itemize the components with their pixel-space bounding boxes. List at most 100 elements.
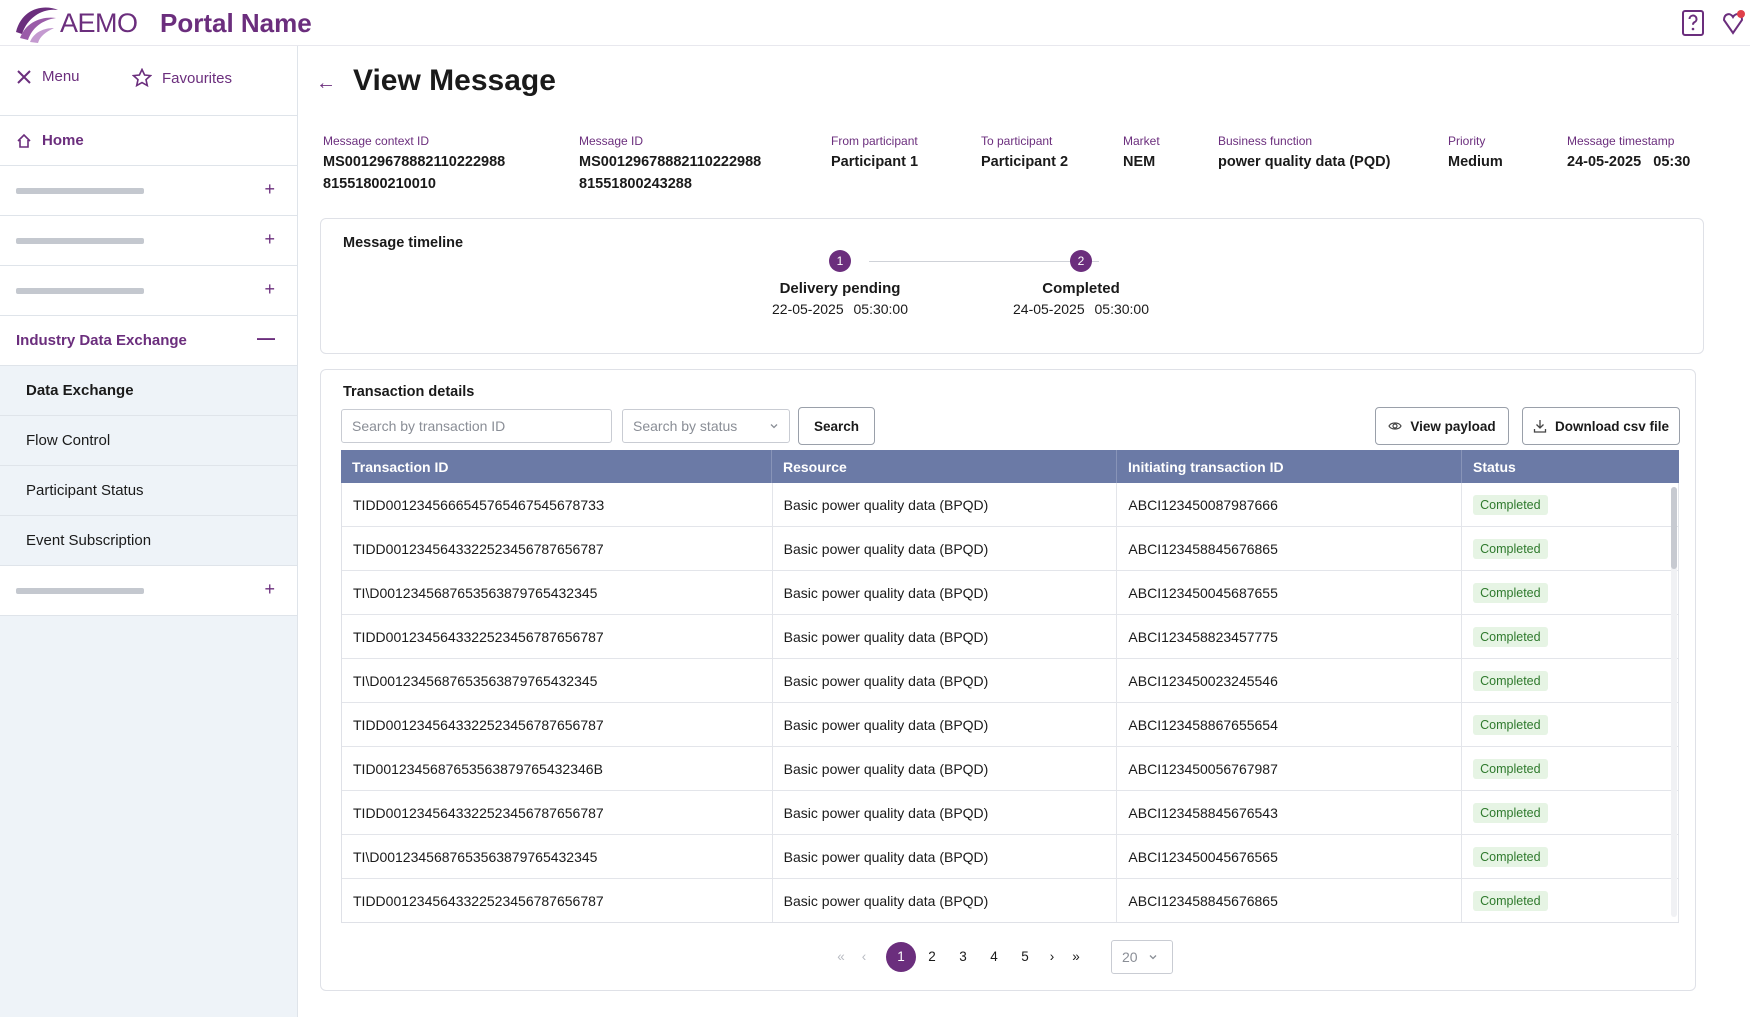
step-time: 22-05-2025 05:30:00 (772, 301, 908, 317)
table-cell: TIDD0012345643322523456787656787 (342, 527, 773, 570)
sidebar-item-placeholder-1[interactable]: + (0, 166, 297, 216)
timeline-step-1: 1 Delivery pending 22-05-2025 05:30:00 (740, 250, 940, 317)
aemo-logo[interactable]: AEMO (10, 0, 138, 46)
page-button[interactable]: 4 (979, 942, 1009, 972)
prev-page-button[interactable]: ‹ (849, 942, 879, 972)
scrollbar-thumb[interactable] (1671, 487, 1677, 569)
column-header[interactable]: Status (1462, 450, 1679, 483)
table-body: TIDD001234566654576546754567873З Basic po… (341, 483, 1679, 923)
meta-label: Message timestamp (1567, 134, 1675, 148)
sidebar-section-label: Industry Data Exchange (16, 332, 187, 349)
table-cell: Completed (1462, 527, 1679, 570)
column-header[interactable]: Initiating transaction ID (1117, 450, 1462, 483)
download-csv-label: Download csv file (1554, 418, 1670, 434)
sidebar-item-data-exchange[interactable]: Data Exchange (0, 366, 297, 416)
message-timeline-card: Message timeline 1 Delivery pending 22-0… (320, 218, 1704, 354)
sidebar-item-flow-control[interactable]: Flow Control (0, 416, 297, 466)
page-button[interactable]: 3 (948, 942, 978, 972)
table-row[interactable]: TIDD0012345643322523456787656787 Basic po… (342, 879, 1679, 922)
sidebar-item-placeholder-3[interactable]: + (0, 266, 297, 316)
table-cell: ABCI123458845676865 (1117, 879, 1463, 922)
table-cell: ABCI123450056767987 (1117, 747, 1463, 790)
back-arrow-icon[interactable]: ← (316, 72, 336, 95)
meta-value: 81551800210010 (323, 176, 436, 192)
page-button[interactable]: 5 (1010, 942, 1040, 972)
logo-text: AEMO (60, 7, 138, 38)
table-cell: TIDD0012345643322523456787656787 (342, 791, 773, 834)
meta-value: MS00129678882110222988 (579, 154, 762, 170)
table-cell: Completed (1462, 659, 1679, 702)
meta-context-id: Message context ID MS0012967888211022298… (323, 134, 505, 195)
portal-name: Portal Name (160, 8, 312, 38)
sidebar-item-label: Home (42, 132, 84, 149)
sidebar-item-event-subscription[interactable]: Event Subscription (0, 516, 297, 566)
meta-label: From participant (831, 134, 918, 148)
table-cell: Basic power quality data (BPQD) (773, 703, 1118, 746)
table-row[interactable]: TIDD0012345643322523456787656787 Basic po… (342, 703, 1679, 747)
meta-value: NEM (1123, 154, 1156, 170)
page-size-select[interactable]: 20 (1111, 940, 1173, 974)
view-payload-label: View payload (1410, 418, 1496, 434)
table-cell: ABCI123458867655654 (1117, 703, 1463, 746)
download-csv-button[interactable]: Download csv file (1522, 407, 1680, 445)
table-row[interactable]: TI\D0012345687653563879765432345 Basic po… (342, 835, 1679, 879)
plus-icon: + (264, 279, 275, 299)
meta-value: MS00129678882110222988 (323, 154, 506, 170)
table-row[interactable]: TI\D0012345687653563879765432345 Basic po… (342, 571, 1679, 615)
table-row[interactable]: TIDD001234566654576546754567873З Basic po… (342, 483, 1679, 527)
view-payload-button[interactable]: View payload (1375, 407, 1509, 445)
meta-business-function: Business function power quality data (PQ… (1218, 134, 1390, 173)
sidebar-item-placeholder-2[interactable]: + (0, 216, 297, 266)
status-badge: Completed (1473, 538, 1548, 559)
pin-icon[interactable] (1718, 8, 1748, 38)
table-cell: Completed (1462, 703, 1679, 746)
meta-from-participant: From participant Participant 1 (831, 134, 918, 173)
search-button[interactable]: Search (798, 407, 875, 445)
table-cell: TIDD001234566654576546754567873З (342, 483, 773, 526)
status-badge: Completed (1473, 670, 1548, 691)
sidebar-item-participant-status[interactable]: Participant Status (0, 466, 297, 516)
sidebar-section-industry-data-exchange[interactable]: Industry Data Exchange — (0, 316, 297, 366)
page-title: View Message (353, 64, 556, 97)
sidebar-item-home[interactable]: Home (0, 116, 297, 166)
table-row[interactable]: TID0012345687653563879765432346B Basic po… (342, 747, 1679, 791)
step-number: 2 (1070, 250, 1092, 272)
menu-button[interactable]: Menu (16, 68, 80, 85)
table-cell: ABCI123458845676865 (1117, 527, 1463, 570)
help-icon[interactable] (1678, 8, 1708, 38)
meta-label: Business function (1218, 134, 1313, 148)
table-row[interactable]: TIDD0012345643322523456787656787 Basic po… (342, 527, 1679, 571)
sidebar-item-label: Event Subscription (26, 532, 152, 549)
last-page-button[interactable]: » (1061, 942, 1091, 972)
meta-priority: Priority Medium (1448, 134, 1503, 173)
page-button[interactable]: 1 (886, 942, 916, 972)
meta-market: Market NEM (1123, 134, 1160, 173)
favourites-button[interactable]: Favourites (132, 68, 232, 88)
sidebar-item-placeholder-4[interactable]: + (0, 566, 297, 616)
status-badge: Completed (1473, 714, 1548, 735)
sidebar-item-label: Participant Status (26, 482, 144, 499)
table-cell: Completed (1462, 879, 1679, 922)
timeline-step-2: 2 Completed 24-05-2025 05:30:00 (981, 250, 1181, 317)
plus-icon: + (264, 579, 275, 599)
meta-label: Message context ID (323, 134, 430, 148)
status-select[interactable]: Search by status (622, 409, 790, 443)
table-cell: Completed (1462, 483, 1679, 526)
column-header[interactable]: Resource (772, 450, 1117, 483)
table-cell: ABCI123450023245546 (1117, 659, 1463, 702)
meta-value: power quality data (PQD) (1218, 154, 1391, 170)
table-row[interactable]: TI\D0012345687653563879765432345 Basic po… (342, 659, 1679, 703)
table-cell: Basic power quality data (BPQD) (773, 747, 1118, 790)
meta-value: Participant 1 (831, 154, 919, 170)
page-button[interactable]: 2 (917, 942, 947, 972)
table-cell: TI\D0012345687653563879765432345 (342, 571, 773, 614)
table-row[interactable]: TIDD0012345643322523456787656787 Basic po… (342, 615, 1679, 659)
search-transaction-input[interactable]: Search by transaction ID (341, 409, 612, 443)
table-row[interactable]: TIDD0012345643322523456787656787 Basic po… (342, 791, 1679, 835)
placeholder-bar (16, 238, 144, 244)
column-header[interactable]: Transaction ID (341, 450, 772, 483)
table-cell: ABCI123450045687655 (1117, 571, 1463, 614)
plus-icon: + (264, 229, 275, 249)
sidebar: Menu Favourites Home + + + Industry Data… (0, 46, 298, 1017)
meta-label: To participant (981, 134, 1053, 148)
